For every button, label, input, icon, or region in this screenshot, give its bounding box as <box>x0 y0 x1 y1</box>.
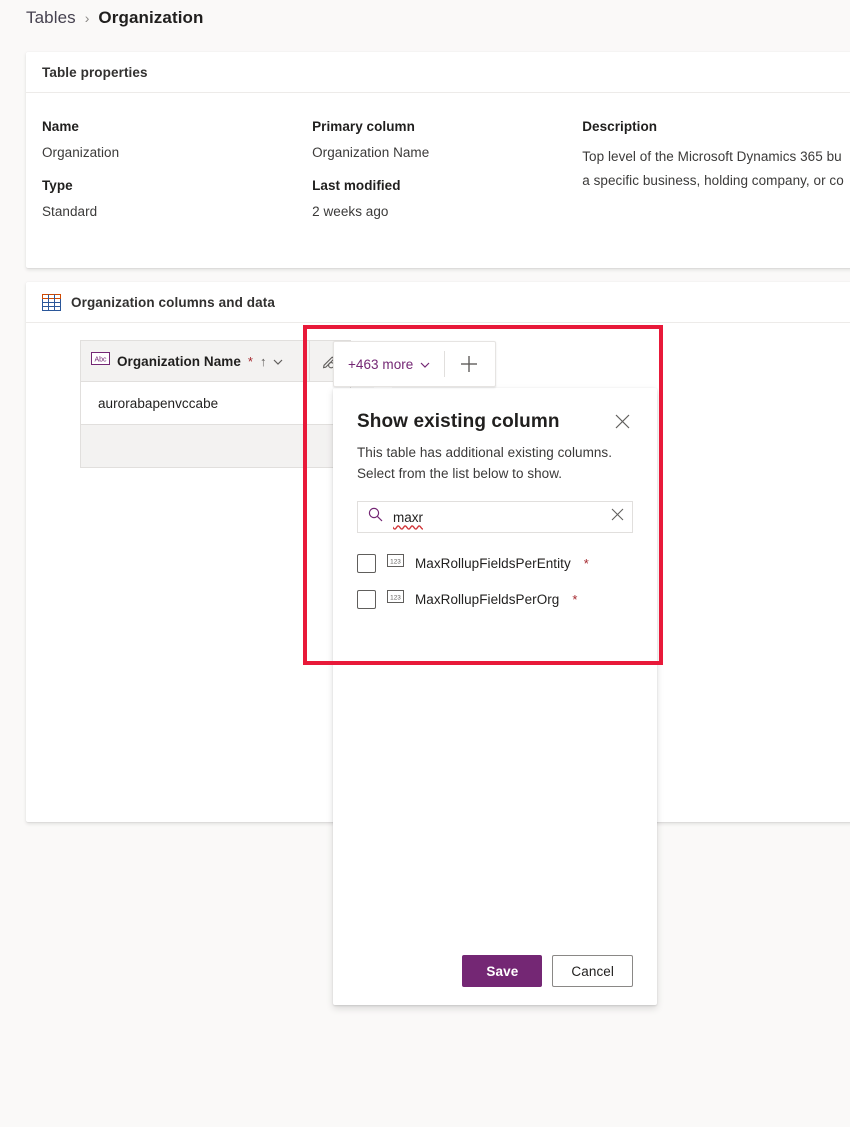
data-grid: Abc Organization Name * ↑ aurorabapenvcc… <box>80 340 351 468</box>
field-label-description: Description <box>582 119 658 134</box>
grid-column-header-organization-name[interactable]: Abc Organization Name * ↑ <box>80 340 309 382</box>
panel-content: Show existing column This table has addi… <box>333 388 657 617</box>
panel-subtitle-line-2: Select from the list below to show. <box>357 466 563 481</box>
svg-text:123: 123 <box>390 594 401 601</box>
table-row[interactable]: aurorabapenvccabe <box>80 382 351 425</box>
chevron-down-icon[interactable] <box>273 352 283 370</box>
svg-text:123: 123 <box>390 558 401 565</box>
breadcrumb-separator-icon: › <box>84 10 90 26</box>
more-columns-toolbar: +463 more <box>333 341 496 387</box>
field-value-description-line-1: Top level of the Microsoft Dynamics 365 … <box>582 149 842 164</box>
panel-footer: Save Cancel <box>333 937 657 1005</box>
number-column-icon: 123 <box>387 554 404 572</box>
existing-columns-list: 123 MaxRollupFieldsPerEntity * 123 MaxRo <box>357 545 633 617</box>
field-value-type: Standard <box>42 204 98 219</box>
properties-column-left: Name Organization Type Standard <box>42 119 312 237</box>
panel-subtitle-line-1: This table has additional existing colum… <box>357 445 613 460</box>
table-row[interactable] <box>80 425 351 468</box>
checkbox-max-rollup-fields-per-entity[interactable] <box>357 553 376 573</box>
search-icon <box>368 507 383 527</box>
required-marker: * <box>572 591 578 607</box>
breadcrumb: Tables › Organization <box>26 4 204 32</box>
field-label-type: Type <box>42 178 73 193</box>
sort-ascending-icon[interactable]: ↑ <box>260 354 267 369</box>
more-columns-button[interactable]: +463 more <box>334 342 444 386</box>
list-item-label: MaxRollupFieldsPerOrg <box>415 591 560 607</box>
list-item-label: MaxRollupFieldsPerEntity <box>415 555 571 571</box>
cancel-button[interactable]: Cancel <box>552 955 633 987</box>
columns-and-data-title: Organization columns and data <box>71 294 275 310</box>
panel-title: Show existing column <box>357 411 560 432</box>
cell-organization-name: aurorabapenvccabe <box>98 395 219 411</box>
list-item[interactable]: 123 MaxRollupFieldsPerEntity * <box>357 545 633 581</box>
properties-column-middle: Primary column Organization Name Last mo… <box>312 119 582 237</box>
grid-header-row: Abc Organization Name * ↑ <box>80 340 351 382</box>
table-properties-body: Name Organization Type Standard Primary … <box>26 93 850 237</box>
table-properties-card: Table properties Name Organization Type … <box>26 52 850 268</box>
field-value-last-modified: 2 weeks ago <box>312 204 389 219</box>
save-button[interactable]: Save <box>462 955 543 987</box>
page-root: Tables › Organization Table properties N… <box>0 0 850 1127</box>
grid-column-header-label: Organization Name <box>117 353 241 369</box>
abc-text-column-icon: Abc <box>91 352 110 370</box>
panel-header: Show existing column <box>357 410 633 434</box>
field-value-primary-column: Organization Name <box>312 145 430 160</box>
search-input[interactable]: maxr <box>357 501 633 533</box>
table-grid-icon <box>42 293 61 311</box>
plus-icon <box>461 356 478 372</box>
field-label-primary-column: Primary column <box>312 119 415 134</box>
field-label-name: Name <box>42 119 79 134</box>
field-value-description-line-2: a specific business, holding company, or… <box>582 173 844 188</box>
columns-and-data-header: Organization columns and data <box>26 282 850 323</box>
add-column-button[interactable] <box>445 342 493 386</box>
properties-column-right: Description Top level of the Microsoft D… <box>582 119 850 237</box>
show-existing-column-panel: Show existing column This table has addi… <box>333 388 657 1005</box>
svg-text:Abc: Abc <box>94 356 107 363</box>
table-properties-header: Table properties <box>26 52 850 93</box>
chevron-down-icon <box>420 355 430 373</box>
clear-icon[interactable] <box>611 508 624 526</box>
checkbox-max-rollup-fields-per-org[interactable] <box>357 589 376 609</box>
number-column-icon: 123 <box>387 590 404 608</box>
close-icon[interactable] <box>611 410 633 432</box>
breadcrumb-item-tables[interactable]: Tables <box>26 8 76 28</box>
list-item[interactable]: 123 MaxRollupFieldsPerOrg * <box>357 581 633 617</box>
search-input-value[interactable]: maxr <box>393 510 601 525</box>
required-marker: * <box>247 353 253 369</box>
table-properties-title: Table properties <box>42 64 148 80</box>
field-label-last-modified: Last modified <box>312 178 401 193</box>
required-marker: * <box>583 555 589 571</box>
breadcrumb-item-organization: Organization <box>98 8 204 27</box>
more-columns-label: +463 more <box>348 356 414 372</box>
field-value-name: Organization <box>42 145 120 160</box>
